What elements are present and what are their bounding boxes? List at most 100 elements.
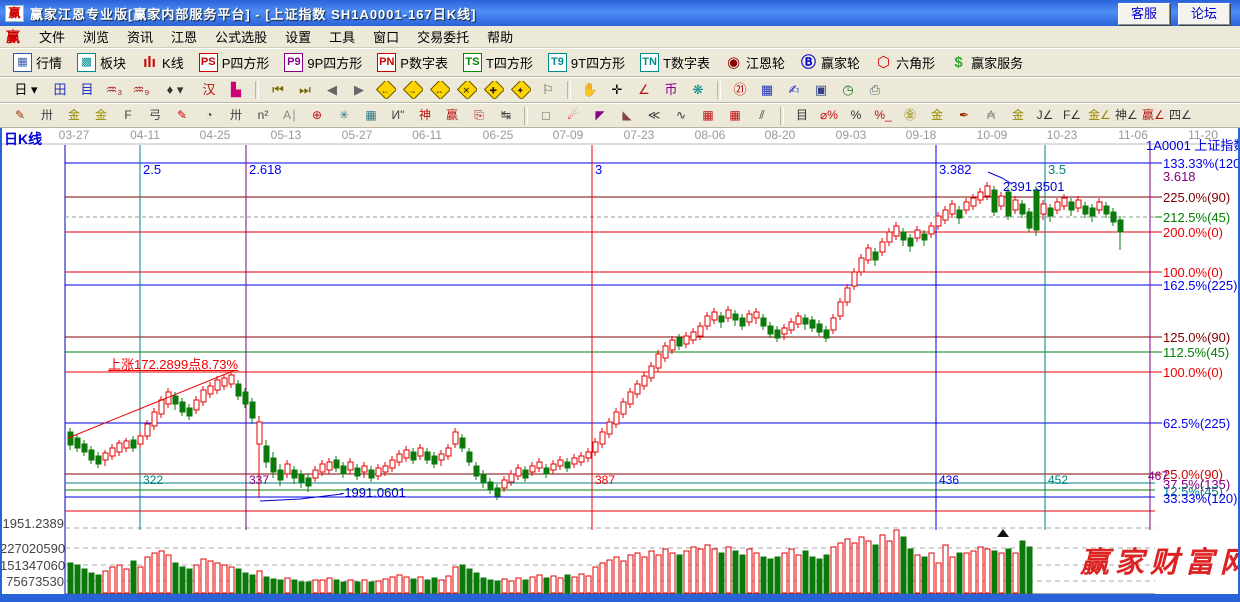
menu-item-0[interactable]: 文件 — [30, 25, 74, 48]
shen-angle-tool[interactable]: 神∠ — [1114, 106, 1138, 126]
percent-line-tool[interactable]: %_ — [871, 106, 895, 126]
menu-item-4[interactable]: 公式选股 — [206, 25, 276, 48]
menu-item-5[interactable]: 设置 — [276, 25, 320, 48]
a-line-tool[interactable]: A∣ — [278, 106, 302, 126]
gann-shape-tool[interactable]: 币 — [660, 80, 682, 100]
p-square-button[interactable]: PSP四方形 — [196, 51, 273, 74]
notepad-icon[interactable]: ✍ — [783, 80, 805, 100]
dark-fan-tool[interactable]: ◣ — [615, 106, 639, 126]
period-day-selector[interactable]: 日 ▾ — [8, 80, 44, 100]
circle-cross-tool[interactable]: ⊕ — [305, 106, 329, 126]
wave-a-tool[interactable]: ₳ — [979, 106, 1003, 126]
percent-tool[interactable]: % — [844, 106, 868, 126]
f-angle-tool[interactable]: F∠ — [1060, 106, 1084, 126]
multi-chart-icon[interactable]: 田 — [49, 80, 71, 100]
gold-line-tool[interactable]: 金 — [925, 106, 949, 126]
save-icon[interactable]: ▣ — [810, 80, 832, 100]
menu-item-8[interactable]: 交易委托 — [408, 25, 478, 48]
angle-measure-tool[interactable]: ∠ — [633, 80, 655, 100]
fence-tool[interactable]: 卅 — [35, 106, 59, 126]
menu-item-2[interactable]: 资讯 — [118, 25, 162, 48]
angle-lines-tool[interactable]: ≪ — [642, 106, 666, 126]
star-grid-tool[interactable]: ✳ — [332, 106, 356, 126]
sectors-button[interactable]: ▩板块 — [74, 51, 129, 74]
chinese-mode-icon[interactable]: 汉 — [198, 80, 220, 100]
shen-fence-tool[interactable]: 神 — [413, 106, 437, 126]
gold-underline-tool[interactable]: 金 — [1006, 106, 1030, 126]
hand-tool[interactable]: ✋ — [579, 80, 601, 100]
grid-red-tool[interactable]: ▦ — [696, 106, 720, 126]
menu-item-9[interactable]: 帮助 — [478, 25, 522, 48]
zoom-left-diamond[interactable]: ← — [375, 80, 397, 100]
t-number-table-button[interactable]: TNT数字表 — [637, 51, 713, 74]
zoom-all-diamond[interactable]: ✦ — [510, 80, 532, 100]
n2-fence-tool[interactable]: n² — [251, 106, 275, 126]
sectors-icon: ▩ — [77, 53, 96, 72]
crosshair-tool[interactable]: ✛ — [606, 80, 628, 100]
last-page-button[interactable]: ⏭ — [294, 80, 316, 100]
next-button[interactable]: ▶ — [348, 80, 370, 100]
purple-fan-tool[interactable]: ◤ — [588, 106, 612, 126]
histogram-icon[interactable]: ▙ — [225, 80, 247, 100]
world-clock-icon[interactable]: ◷ — [837, 80, 859, 100]
kline-button[interactable]: ılıK线 — [138, 51, 187, 74]
gann-ratio-label: 3.382 — [939, 163, 972, 176]
bars3-icon[interactable]: ♒₃ — [103, 80, 125, 100]
ruler-123-tool[interactable]: ⎘ — [467, 106, 491, 126]
bars9-icon[interactable]: ♒₉ — [130, 80, 152, 100]
hexagon-button[interactable]: ⬡六角形 — [872, 51, 938, 74]
calendar-icon[interactable]: ㉑ — [729, 80, 751, 100]
first-page-button[interactable]: ⏮ — [267, 80, 289, 100]
brain-tool[interactable]: ❋ — [687, 80, 709, 100]
t-square-button[interactable]: TST四方形 — [460, 51, 536, 74]
info-panel-icon[interactable]: 目 — [76, 80, 98, 100]
zoom-plus-diamond[interactable]: ✚ — [483, 80, 505, 100]
f-fence-tool[interactable]: F — [116, 106, 140, 126]
menu-item-7[interactable]: 窗口 — [364, 25, 408, 48]
menu-item-6[interactable]: 工具 — [320, 25, 364, 48]
winner-service-button[interactable]: $赢家服务 — [947, 51, 1026, 74]
menu-item-1[interactable]: 浏览 — [74, 25, 118, 48]
red-fan-tool[interactable]: ☄ — [561, 106, 585, 126]
pen-tool[interactable]: ✎ — [8, 106, 32, 126]
win-angle-tool[interactable]: 赢∠ — [1141, 106, 1165, 126]
red-pen-tool[interactable]: ✎ — [170, 106, 194, 126]
9t-square-button[interactable]: T99T四方形 — [545, 51, 628, 74]
spiral-fence-tool[interactable]: 弓 — [143, 106, 167, 126]
ink-brush-tool[interactable]: ✒ — [952, 106, 976, 126]
menu-item-3[interactable]: 江恩 — [162, 25, 206, 48]
9p-square-button[interactable]: P99P四方形 — [281, 51, 365, 74]
print-icon[interactable]: ⎙ — [864, 80, 886, 100]
gold-fence-tool[interactable]: 金 — [62, 106, 86, 126]
flag-icon[interactable]: ⚐ — [537, 80, 559, 100]
zoom-right-diamond[interactable]: → — [402, 80, 424, 100]
slant-lines-tool[interactable]: ⫽ — [750, 106, 774, 126]
width-tool[interactable]: ↹ — [494, 106, 518, 126]
win-fence-tool[interactable]: 赢 — [440, 106, 464, 126]
p-number-table-button[interactable]: PNP数字表 — [374, 51, 451, 74]
gold-fence2-tool[interactable]: 金 — [89, 106, 113, 126]
list-percent-tool[interactable]: 目 — [790, 106, 814, 126]
customer-service-button[interactable]: 客服 — [1118, 3, 1170, 25]
v-wave-tool[interactable]: ∿ — [669, 106, 693, 126]
zoom-h-diamond[interactable]: ↔ — [429, 80, 451, 100]
si-angle-tool[interactable]: 四∠ — [1168, 106, 1192, 126]
fence2-tool[interactable]: 卅 — [224, 106, 248, 126]
box-corner-tool[interactable]: ◻ — [534, 106, 558, 126]
winner-wheel-button[interactable]: Ⓑ赢家轮 — [797, 51, 863, 74]
n-quote-tool[interactable]: И" — [386, 106, 410, 126]
clock-fence-tool[interactable]: ◔ — [197, 106, 221, 126]
prev-button[interactable]: ◀ — [321, 80, 343, 100]
gann-wheel-button[interactable]: ◉江恩轮 — [722, 51, 788, 74]
forum-button[interactable]: 论坛 — [1178, 3, 1230, 25]
j-angle-tool[interactable]: J∠ — [1033, 106, 1057, 126]
calculator-icon[interactable]: ▦ — [756, 80, 778, 100]
gold-angle-tool[interactable]: 金∠ — [1087, 106, 1111, 126]
zoom-x-diamond[interactable]: ✕ — [456, 80, 478, 100]
grid-arrow-tool[interactable]: ▦ — [723, 106, 747, 126]
t-percent-tool[interactable]: ⌀% — [817, 106, 841, 126]
quotes-button[interactable]: ▦行情 — [10, 51, 65, 74]
web-grid-tool[interactable]: ▦ — [359, 106, 383, 126]
candle-style-selector[interactable]: ♦ ▾ — [157, 80, 193, 100]
gold-circle-tool[interactable]: ㊎ — [898, 106, 922, 126]
